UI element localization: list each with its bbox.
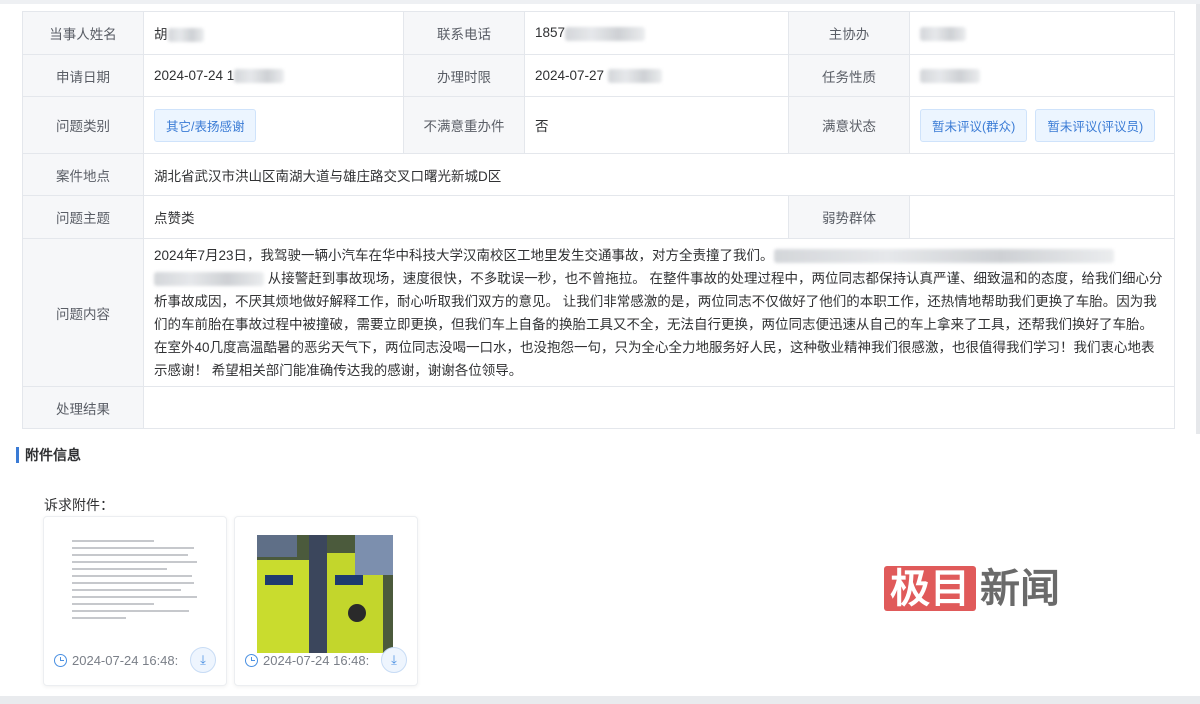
task-type-label: 任务性质 (788, 54, 910, 97)
deadline-value: 2024-07-27 (524, 54, 789, 97)
task-type-value (909, 54, 1175, 97)
handler-value (909, 11, 1175, 55)
redacted-text (920, 26, 966, 41)
attachment-card[interactable]: 2024-07-24 16:48: ⤓ (43, 516, 227, 686)
satisfaction-value: 暂未评议(群众) 暂未评议(评议员) (909, 96, 1175, 154)
apply-date-value: 2024-07-24 1 (143, 54, 404, 97)
attachment-section-title: 附件信息 (16, 447, 81, 463)
satisfaction-label: 满意状态 (788, 96, 910, 154)
handler-label: 主协办 (788, 11, 910, 55)
attachment-label: 诉求附件： (44, 497, 114, 513)
deadline-label: 办理时限 (403, 54, 525, 97)
redacted-text (234, 69, 285, 84)
result-value (143, 386, 1175, 429)
redacted-text (920, 69, 980, 84)
table-row: 当事人姓名 胡 联系电话 1857 主协办 (22, 11, 1175, 55)
apply-date-label: 申请日期 (22, 54, 144, 97)
category-value: 其它/表扬感谢 (143, 96, 404, 154)
location-value: 湖北省武汉市洪山区南湖大道与雄庄路交叉口曙光新城D区 (143, 153, 1175, 196)
topic-value: 点赞类 (143, 195, 789, 239)
bottom-scrollbar[interactable] (0, 696, 1200, 704)
vulnerable-group-label: 弱势群体 (788, 195, 910, 239)
category-tag: 其它/表扬感谢 (154, 108, 257, 142)
vulnerable-group-value (909, 195, 1175, 239)
clock-icon (245, 654, 258, 667)
table-row: 问题类别 其它/表扬感谢 不满意重办件 否 满意状态 暂未评议(群众) 暂未评议(… (22, 96, 1175, 154)
table-row: 问题内容 2024年7月23日，我驾驶一辆小汽车在华中科技大学汉南校区工地里发生… (22, 238, 1175, 387)
party-name-label: 当事人姓名 (22, 11, 144, 55)
content-value: 2024年7月23日，我驾驶一辆小汽车在华中科技大学汉南校区工地里发生交通事故，… (143, 238, 1175, 387)
public-review-tag: 暂未评议(群众) (920, 108, 1028, 142)
table-row: 案件地点 湖北省武汉市洪山区南湖大道与雄庄路交叉口曙光新城D区 (22, 153, 1175, 196)
redacted-text (565, 26, 646, 41)
table-row: 问题主题 点赞类 弱势群体 (22, 195, 1175, 239)
watermark-part2: 新闻 (980, 566, 1060, 611)
attachment-meta: 2024-07-24 16:48: (245, 653, 369, 668)
result-label: 处理结果 (22, 386, 144, 429)
news-watermark-logo: 极目 新闻 (884, 556, 1060, 614)
clock-icon (54, 654, 67, 667)
content-label: 问题内容 (22, 238, 144, 387)
phone-value: 1857 (524, 11, 789, 55)
redacted-text (773, 248, 1114, 263)
case-info-table: 当事人姓名 胡 联系电话 1857 主协办 申请日期 2024-07-24 1 … (22, 11, 1175, 429)
party-name-value: 胡 (143, 11, 404, 55)
attachment-date: 2024-07-24 16:48: (72, 653, 179, 668)
category-label: 问题类别 (22, 96, 144, 154)
reviewer-review-tag: 暂未评议(评议员) (1035, 108, 1156, 142)
download-icon[interactable]: ⤓ (190, 647, 216, 673)
redacted-text (167, 28, 204, 43)
location-label: 案件地点 (22, 153, 144, 196)
table-row: 申请日期 2024-07-24 1 办理时限 2024-07-27 任务性质 (22, 54, 1175, 97)
phone-label: 联系电话 (403, 11, 525, 55)
watermark-part1: 极目 (884, 566, 976, 611)
scrollbar-track[interactable] (1196, 4, 1200, 434)
attachment-meta: 2024-07-24 16:48: (54, 653, 178, 668)
download-icon[interactable]: ⤓ (381, 647, 407, 673)
photo-thumbnail[interactable] (257, 535, 393, 653)
redo-value: 否 (524, 96, 789, 154)
redo-label: 不满意重办件 (403, 96, 525, 154)
topic-label: 问题主题 (22, 195, 144, 239)
table-row: 处理结果 (22, 386, 1175, 429)
attachment-card[interactable]: 2024-07-24 16:48: ⤓ (234, 516, 418, 686)
redacted-text (154, 271, 264, 286)
top-border (0, 0, 1200, 4)
attachment-date: 2024-07-24 16:48: (263, 653, 370, 668)
redacted-text (607, 69, 662, 84)
document-thumbnail[interactable] (66, 535, 202, 653)
